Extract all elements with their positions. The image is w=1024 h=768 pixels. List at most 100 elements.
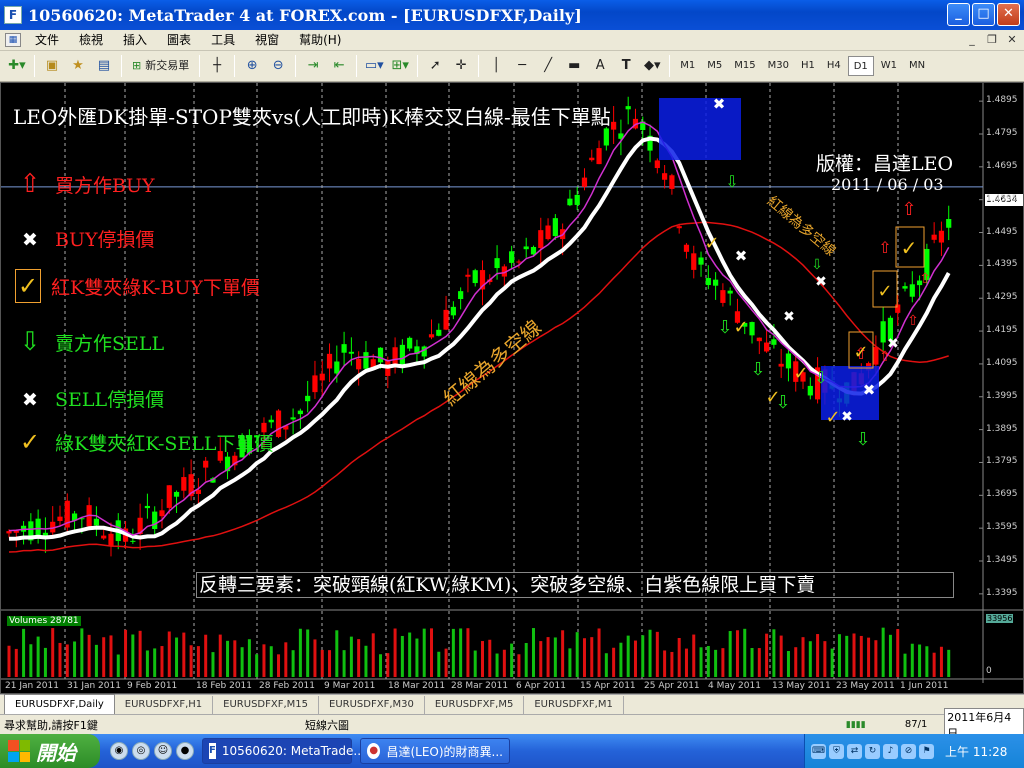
volume-bar (298, 628, 302, 677)
menu-tools[interactable]: 工具 (201, 30, 245, 50)
add-indicator-icon[interactable]: ⊞▾ (389, 55, 411, 77)
red-up-arrow-icon: ⇧ (19, 169, 41, 199)
arrows-icon[interactable]: ◆▾ (641, 55, 663, 77)
date-tick-label: 21 Jan 2011 (5, 681, 59, 691)
update-icon[interactable]: ⚑ (919, 743, 934, 759)
tab-h1[interactable]: EURUSDFXF,H1 (115, 696, 214, 714)
cursor-icon[interactable]: ➚ (424, 55, 446, 77)
timeframe-h4[interactable]: H4 (822, 56, 846, 76)
menu-help[interactable]: 幫助(H) (289, 30, 351, 50)
volume-icon[interactable]: ♪ (883, 743, 898, 759)
antivirus-icon[interactable]: ⊘ (901, 743, 916, 759)
new-order-button[interactable]: ⊞ 新交易單 (128, 55, 193, 77)
text-icon[interactable]: A (589, 55, 611, 77)
check-icon: ✓ (793, 363, 808, 384)
chart-window[interactable]: ✖ ✖ ✖ ✖ ✖ ✖ ✖ ⇩ ⇩ ⇩ ⇩ ⇩ ⇩ ⇩ ✓ ✓ ✓ ✓ ✓ ⇧ ⇧ ⇧ ⇧ ⇧ ⇧ ✓ ✓ ✓ LEO外匯DK掛單-S… (0, 82, 1024, 694)
candle-body (785, 353, 792, 369)
timeframe-w1[interactable]: W1 (876, 56, 902, 76)
menu-view[interactable]: 檢視 (69, 30, 113, 50)
trendline-icon[interactable]: ╱ (537, 55, 559, 77)
keyboard-icon[interactable]: ⌨ (811, 743, 826, 759)
tab-m1[interactable]: EURUSDFXF,M1 (524, 696, 624, 714)
zoom-in-icon[interactable]: ⊕ (241, 55, 263, 77)
network-icon[interactable]: ⇄ (847, 743, 862, 759)
volume-bar (233, 640, 237, 677)
timeframe-d1[interactable]: D1 (847, 56, 874, 76)
volume-bar (473, 650, 477, 677)
bar-chart-icon[interactable]: ┼ (206, 55, 228, 77)
profiles-icon[interactable]: ▣ (41, 55, 63, 77)
timeframe-m1[interactable]: M1 (675, 56, 700, 76)
timeframe-h1[interactable]: H1 (796, 56, 820, 76)
chrome-icon[interactable]: ● (176, 742, 194, 760)
messenger-icon[interactable]: ☺ (154, 742, 172, 760)
tab-m30[interactable]: EURUSDFXF,M30 (319, 696, 425, 714)
window-title: 10560620: MetaTrader 4 at FOREX.com - [E… (28, 5, 582, 25)
quick-launch: ◉ ◎ ☺ ● (110, 742, 194, 760)
new-chart-icon[interactable]: ✚▾ (6, 55, 28, 77)
candle-body (407, 337, 413, 349)
menu-file[interactable]: 文件 (25, 30, 69, 50)
candle-body (873, 347, 879, 365)
toolbar-separator (356, 55, 358, 77)
candle-body (771, 339, 777, 345)
tab-m15[interactable]: EURUSDFXF,M15 (213, 696, 320, 714)
candle-body (356, 358, 362, 370)
desktop-icon[interactable]: ◉ (110, 742, 128, 760)
volume-bar (320, 649, 324, 677)
legend-buy-stop: ✖ BUY停損價 (15, 225, 155, 252)
candle-body (428, 334, 435, 338)
maximize-button[interactable]: □ (972, 3, 995, 26)
timeframe-m5[interactable]: M5 (702, 56, 727, 76)
horizontal-line-icon[interactable]: ─ (511, 55, 533, 77)
minimize-button[interactable]: _ (947, 3, 970, 26)
autoscroll-icon[interactable]: ⇤ (328, 55, 350, 77)
system-tray: ⌨ ⛨ ⇄ ↻ ♪ ⊘ ⚑ 上午 11:28 (804, 734, 1024, 768)
vertical-line-icon[interactable]: │ (485, 55, 507, 77)
price-tick-label: 1.3695 (986, 489, 1018, 500)
menu-insert[interactable]: 插入 (113, 30, 157, 50)
volume-bar (670, 651, 674, 677)
tab-m5[interactable]: EURUSDFXF,M5 (425, 696, 525, 714)
chrome-icon: ● (367, 743, 381, 759)
mdi-restore-button[interactable]: ❐ (984, 32, 1000, 48)
volume-bar (874, 640, 878, 677)
crosshair-icon[interactable]: ✛ (450, 55, 472, 77)
label-icon[interactable]: T (615, 55, 637, 77)
timeframe-mn[interactable]: MN (904, 56, 930, 76)
mdi-minimize-button[interactable]: _ (964, 32, 980, 48)
price-tick-label: 1.4195 (986, 325, 1018, 336)
volume-bar (925, 646, 929, 677)
menu-charts[interactable]: 圖表 (157, 30, 201, 50)
volume-bar (175, 637, 179, 677)
green-down-arrow-icon: ⇩ (811, 257, 823, 273)
status-profile: 短線六圖 (304, 718, 349, 732)
menu-window[interactable]: 視窗 (245, 30, 289, 50)
legend-sell-label: 賣方作SELL (55, 333, 165, 355)
mdi-close-button[interactable]: ✕ (1004, 32, 1020, 48)
volume-bar (859, 635, 863, 677)
taskbar-item-metatrader[interactable]: F 10560620: MetaTrade... (202, 738, 365, 764)
taskbar: 開始 ◉ ◎ ☺ ● F 10560620: MetaTrade... ● 昌達(L… (0, 734, 1024, 768)
shield-icon[interactable]: ⛨ (829, 743, 844, 759)
close-button[interactable]: ✕ (997, 3, 1020, 26)
new-order-icon: ⊞ (132, 59, 142, 72)
zoom-out-icon[interactable]: ⊖ (267, 55, 289, 77)
tab-daily[interactable]: EURUSDFXF,Daily (4, 694, 115, 714)
chart-shift-icon[interactable]: ⇥ (302, 55, 324, 77)
navigator-icon[interactable]: ▤ (93, 55, 115, 77)
indicators-icon[interactable]: ▭▾ (363, 55, 385, 77)
channel-icon[interactable]: ▬ (563, 55, 585, 77)
candle-body (290, 417, 296, 420)
chart-doc-icon[interactable]: ▦ (5, 33, 21, 47)
volume-bar (582, 638, 586, 677)
start-button[interactable]: 開始 (0, 734, 100, 768)
taskbar-item-browser[interactable]: ● 昌達(LEO)的財商異... (360, 738, 510, 764)
browser-icon[interactable]: ◎ (132, 742, 150, 760)
sync-icon[interactable]: ↻ (865, 743, 880, 759)
timeframe-m30[interactable]: M30 (763, 56, 794, 76)
market-watch-icon[interactable]: ★ (67, 55, 89, 77)
timeframe-m15[interactable]: M15 (729, 56, 760, 76)
candle-body (552, 218, 558, 236)
volume-bar (14, 648, 18, 677)
